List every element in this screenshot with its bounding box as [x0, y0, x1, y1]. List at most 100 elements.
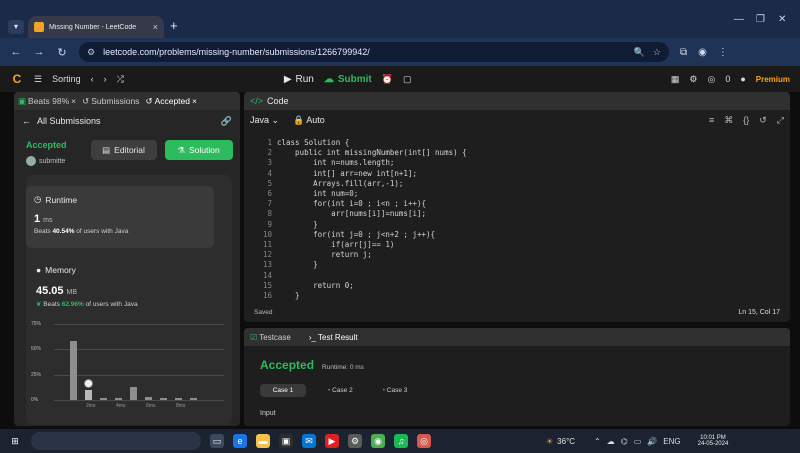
tab-description[interactable]: ▣ Beats 98% ×: [18, 96, 76, 107]
link-icon[interactable]: 🔗: [221, 116, 232, 127]
back-arrow-icon[interactable]: ←: [22, 116, 31, 126]
close-tab-icon[interactable]: ×: [153, 22, 158, 32]
case-2-tab[interactable]: • Case 2: [320, 384, 361, 397]
profile-icon[interactable]: ◉: [698, 47, 707, 58]
code-line[interactable]: Arrays.fill(arr,-1);: [277, 179, 403, 188]
settings-app-icon[interactable]: ⚙: [348, 434, 362, 448]
distribution-bar[interactable]: [70, 341, 77, 400]
cloud-icon[interactable]: ☁: [607, 437, 615, 446]
settings-icon[interactable]: ⚙: [689, 74, 697, 85]
spotify-icon[interactable]: ♫: [394, 434, 408, 448]
language-select[interactable]: Java ⌄: [250, 115, 279, 126]
network-icon[interactable]: ⌬: [621, 437, 628, 446]
tab-accepted[interactable]: ↺ Accepted ×: [145, 96, 197, 107]
case-1-tab[interactable]: Case 1: [260, 384, 306, 397]
code-line[interactable]: for(int i=0 ; i<n ; i++){: [277, 199, 426, 208]
tab-submissions[interactable]: ↺ Submissions: [82, 96, 139, 107]
zoom-icon[interactable]: 🔍: [634, 47, 645, 58]
format-icon[interactable]: ≡: [709, 115, 714, 126]
browser-tab[interactable]: Missing Number - LeetCode ×: [28, 16, 164, 38]
extensions-icon[interactable]: ⧉: [680, 47, 687, 58]
next-problem-icon[interactable]: ›: [104, 74, 107, 84]
notes-icon[interactable]: ▢: [403, 74, 412, 85]
code-line[interactable]: class Solution {: [277, 138, 349, 147]
url-field[interactable]: ⚙ leetcode.com/problems/missing-number/s…: [79, 42, 669, 62]
tab-testcase[interactable]: ☑ Testcase: [250, 333, 291, 342]
new-tab-button[interactable]: +: [170, 18, 178, 33]
code-line[interactable]: }: [277, 291, 300, 300]
alarm-icon[interactable]: ⏰: [382, 74, 393, 85]
auto-mode-toggle[interactable]: 🔒 Auto: [293, 115, 325, 126]
distribution-bar[interactable]: [190, 397, 197, 400]
code-line[interactable]: }: [277, 220, 318, 229]
taskbar-search[interactable]: [31, 432, 201, 450]
editorial-button[interactable]: ▤ Editorial: [90, 140, 157, 160]
code-line[interactable]: return 0;: [277, 281, 354, 290]
maximize-icon[interactable]: ❐: [756, 14, 765, 25]
layout-icon[interactable]: ▦: [671, 74, 680, 85]
code-line[interactable]: return j;: [277, 250, 372, 259]
bookmark-icon[interactable]: ⌘: [724, 115, 733, 126]
store-icon[interactable]: ▣: [279, 434, 293, 448]
fullscreen-icon[interactable]: ⤢: [777, 115, 784, 126]
premium-link[interactable]: Premium: [756, 75, 790, 84]
weather-widget[interactable]: ☀ 36°C: [546, 437, 575, 446]
code-line[interactable]: if(arr[j]== 1): [277, 240, 394, 249]
leetcode-logo-icon[interactable]: C: [10, 72, 24, 86]
all-submissions-link[interactable]: All Submissions: [37, 116, 101, 126]
distribution-bar[interactable]: [100, 397, 107, 400]
code-line[interactable]: int n=nums.length;: [277, 158, 394, 167]
youtube-icon[interactable]: ▶: [325, 434, 339, 448]
submit-button[interactable]: ☁ Submit: [324, 74, 372, 85]
forward-icon[interactable]: →: [33, 46, 45, 58]
minimize-icon[interactable]: —: [734, 14, 744, 25]
user-avatar[interactable]: ●: [740, 74, 745, 84]
problem-list-label[interactable]: Sorting: [52, 74, 81, 84]
memory-card[interactable]: ● Memory 45.05 MB ❦ Beats 62.96% of users…: [36, 265, 216, 315]
tab-test-result[interactable]: ›_ Test Result: [309, 333, 358, 342]
distribution-bar[interactable]: [130, 386, 137, 400]
run-button[interactable]: ▶ Run: [284, 74, 314, 85]
tab-search-button[interactable]: ▾: [8, 20, 24, 34]
braces-icon[interactable]: {}: [743, 115, 749, 126]
shuffle-icon[interactable]: ⤮: [117, 74, 124, 85]
code-line[interactable]: for(int j=0 ; j<n+2 ; j++){: [277, 230, 435, 239]
distribution-bar[interactable]: [115, 397, 122, 400]
windows-start-icon[interactable]: ⊞: [8, 434, 22, 448]
chrome-icon[interactable]: ◉: [371, 434, 385, 448]
bookmark-star-icon[interactable]: ☆: [653, 47, 661, 58]
distribution-bar[interactable]: [145, 396, 152, 400]
code-line[interactable]: int[] arr=new int[n+1];: [277, 169, 417, 178]
reset-icon[interactable]: ↺: [759, 115, 767, 126]
distribution-bar[interactable]: [175, 397, 182, 400]
reload-icon[interactable]: ↻: [56, 46, 68, 59]
close-icon[interactable]: ×: [71, 96, 76, 106]
problem-list-icon[interactable]: ☰: [34, 74, 42, 85]
prev-problem-icon[interactable]: ‹: [91, 74, 94, 84]
chrome-profile-icon[interactable]: ◎: [417, 434, 431, 448]
code-editor[interactable]: 1 class Solution {2 public int missingNum…: [244, 136, 790, 300]
username[interactable]: submitte: [39, 158, 65, 165]
code-line[interactable]: arr[nums[i]]=nums[i];: [277, 209, 426, 218]
site-info-icon[interactable]: ⚙: [87, 47, 95, 58]
close-window-icon[interactable]: ✕: [778, 14, 786, 25]
task-view-icon[interactable]: ▭: [210, 434, 224, 448]
distribution-bar[interactable]: [85, 389, 92, 400]
code-line[interactable]: int num=0;: [277, 189, 358, 198]
case-3-tab[interactable]: • Case 3: [375, 384, 416, 397]
clock[interactable]: 10:01 PM 24-05-2024: [698, 435, 729, 447]
menu-icon[interactable]: ⋮: [718, 47, 728, 58]
chevron-up-icon[interactable]: ⌃: [594, 437, 601, 446]
mail-icon[interactable]: ✉: [302, 434, 316, 448]
runtime-card[interactable]: ◷ Runtime 1 ms Beats 40.54% of users with…: [26, 186, 214, 248]
edge-icon[interactable]: e: [233, 434, 247, 448]
battery-icon[interactable]: ▭: [634, 437, 642, 446]
your-submission-marker[interactable]: [84, 378, 93, 388]
file-explorer-icon[interactable]: ▬: [256, 434, 270, 448]
distribution-bar[interactable]: [160, 397, 167, 400]
back-icon[interactable]: ←: [10, 46, 22, 58]
close-icon[interactable]: ×: [192, 96, 197, 106]
code-line[interactable]: public int missingNumber(int[] nums) {: [277, 148, 467, 157]
language-indicator[interactable]: ENG: [663, 437, 680, 446]
volume-icon[interactable]: 🔊: [647, 437, 657, 446]
